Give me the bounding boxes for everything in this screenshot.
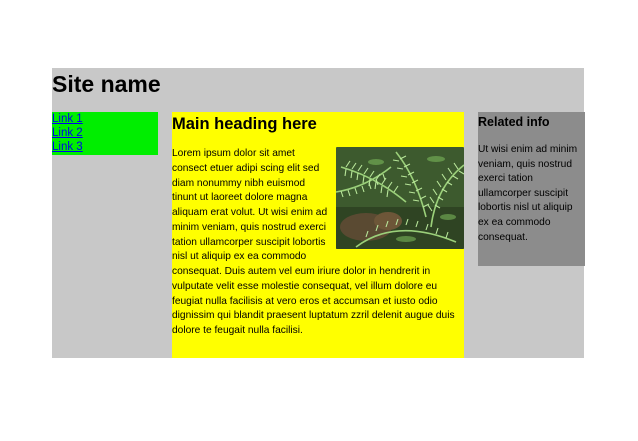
nav-link-2[interactable]: Link 2 [52,126,158,140]
related-info-text: Ut wisi enim ad minim veniam, quis nostr… [478,144,578,243]
nav-link-3[interactable]: Link 3 [52,140,158,154]
fern-photo [336,147,464,249]
related-info-heading: Related info [478,115,550,129]
nav-menu: Link 1 Link 2 Link 3 [52,112,158,155]
main-content: Main heading here Lorem ipsum dolor sit … [172,112,464,358]
related-info-sidebar: Related info Ut wisi enim ad minim venia… [478,112,585,266]
main-body: Lorem ipsum dolor sit amet consect etuer… [172,147,464,339]
site-name: Site name [52,71,161,97]
nav-link-1[interactable]: Link 1 [52,112,158,126]
main-heading: Main heading here [172,115,317,133]
page-container: Site name Link 1 Link 2 Link 3 Main head… [52,68,585,358]
